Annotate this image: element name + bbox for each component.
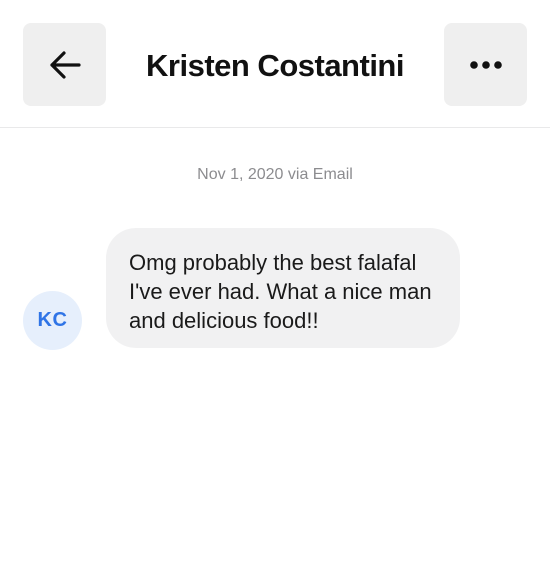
conversation-header: Kristen Costantini bbox=[0, 0, 550, 128]
back-button[interactable] bbox=[23, 23, 106, 106]
more-horizontal-icon bbox=[469, 60, 502, 69]
arrow-left-icon bbox=[49, 50, 81, 79]
message-bubble: Omg probably the best falafal I've ever … bbox=[106, 228, 460, 348]
more-options-button[interactable] bbox=[444, 23, 527, 106]
sender-avatar: KC bbox=[23, 291, 82, 350]
contact-name-title: Kristen Costantini bbox=[146, 48, 404, 83]
message-date-label: Nov 1, 2020 via Email bbox=[197, 166, 353, 183]
